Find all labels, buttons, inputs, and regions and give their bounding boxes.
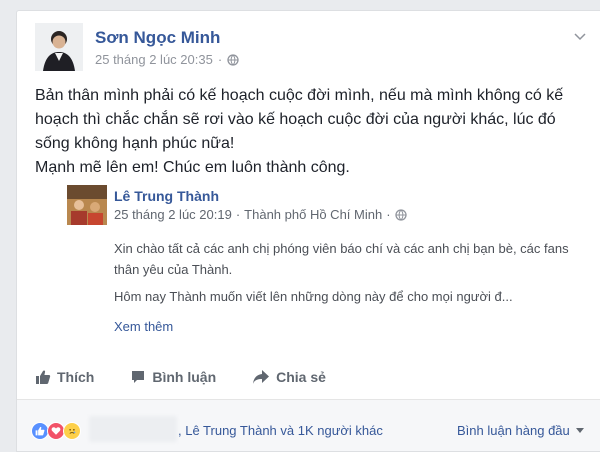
blurred-names xyxy=(89,416,177,442)
globe-icon[interactable] xyxy=(394,208,407,221)
shared-author-avatar[interactable] xyxy=(67,185,107,225)
shared-timestamp[interactable]: 25 tháng 2 lúc 20:19 xyxy=(114,207,232,222)
shared-author[interactable]: Lê Trung Thành xyxy=(114,188,219,204)
comment-sort-label: Bình luận hàng đầu xyxy=(457,423,570,438)
post-options-chevron-icon[interactable] xyxy=(573,29,587,47)
caret-down-icon xyxy=(575,427,584,433)
share-label: Chia sẻ xyxy=(276,369,326,385)
meta-separator: · xyxy=(235,207,241,222)
shared-paragraph-1: Xin chào tất cả các anh chị phóng viên b… xyxy=(114,241,569,277)
post-actions: Thích Bình luận Chia sẻ xyxy=(35,369,362,385)
meta-separator: · xyxy=(217,52,223,67)
like-label: Thích xyxy=(57,369,95,385)
post-timestamp[interactable]: 25 tháng 2 lúc 20:35 xyxy=(95,52,213,67)
globe-icon[interactable] xyxy=(227,53,239,66)
post-author[interactable]: Sơn Ngọc Minh xyxy=(95,28,220,48)
post-text: Bản thân mình phải có kế hoạch cuộc đời … xyxy=(35,87,564,152)
comment-icon xyxy=(132,371,145,383)
like-button[interactable]: Thích xyxy=(35,369,94,385)
comment-label: Bình luận xyxy=(152,369,217,385)
author-avatar[interactable] xyxy=(35,23,83,71)
meta-separator: · xyxy=(386,207,391,222)
reactions-summary[interactable]: , Lê Trung Thành và 1K người khác xyxy=(178,423,383,438)
reaction-icons[interactable] xyxy=(31,422,81,440)
share-button[interactable]: Chia sẻ xyxy=(252,369,326,385)
see-more-link[interactable]: Xem thêm xyxy=(114,319,173,334)
share-icon xyxy=(253,370,270,384)
shared-location[interactable]: Thành phố Hồ Chí Minh xyxy=(244,207,382,222)
comment-sort-dropdown[interactable]: Bình luận hàng đầu xyxy=(457,423,584,438)
shared-post[interactable]: Lê Trung Thành 25 tháng 2 lúc 20:19 · Th… xyxy=(67,185,587,347)
post-card: Sơn Ngọc Minh 25 tháng 2 lúc 20:35 · Bản… xyxy=(16,10,600,452)
sad-reaction-icon xyxy=(63,422,81,440)
reactions-bar: , Lê Trung Thành và 1K người khác Bình l… xyxy=(17,400,600,451)
shared-meta: 25 tháng 2 lúc 20:19 · Thành phố Hồ Chí … xyxy=(114,207,407,222)
comment-button[interactable]: Bình luận xyxy=(130,369,216,385)
shared-paragraph-2: Hôm nay Thành muốn viết lên những dòng n… xyxy=(114,289,513,304)
thumbs-up-icon xyxy=(36,370,51,384)
post-meta: 25 tháng 2 lúc 20:35 · xyxy=(95,52,239,67)
post-text-2: Mạnh mẽ lên em! Chúc em luôn thành công. xyxy=(35,159,350,176)
